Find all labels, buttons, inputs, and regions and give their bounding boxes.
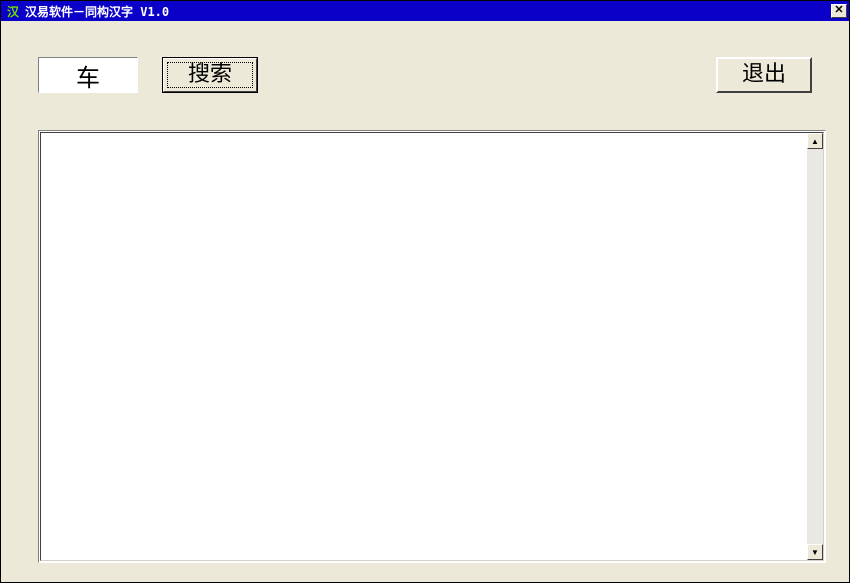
- search-input[interactable]: [38, 57, 138, 93]
- window-title: 汉易软件－同构汉字 V1.0: [25, 3, 831, 20]
- app-window: 汉 汉易软件－同构汉字 V1.0 ✕ 搜索 退出 ▲ ▼: [0, 0, 850, 583]
- app-icon: 汉: [5, 3, 21, 19]
- toolbar: 搜索 退出: [2, 22, 848, 127]
- scroll-down-button[interactable]: ▼: [807, 544, 823, 560]
- close-button[interactable]: ✕: [831, 4, 847, 18]
- results-panel: ▲ ▼: [38, 130, 826, 563]
- vertical-scrollbar[interactable]: ▲ ▼: [807, 133, 823, 560]
- search-button[interactable]: 搜索: [162, 57, 258, 93]
- scroll-up-button[interactable]: ▲: [807, 133, 823, 149]
- titlebar: 汉 汉易软件－同构汉字 V1.0 ✕: [1, 1, 849, 21]
- results-textarea[interactable]: [41, 133, 807, 560]
- results-inner: ▲ ▼: [40, 132, 824, 561]
- content-area: 搜索 退出 ▲ ▼: [2, 22, 848, 581]
- scroll-track[interactable]: [807, 149, 823, 544]
- exit-button[interactable]: 退出: [716, 57, 812, 93]
